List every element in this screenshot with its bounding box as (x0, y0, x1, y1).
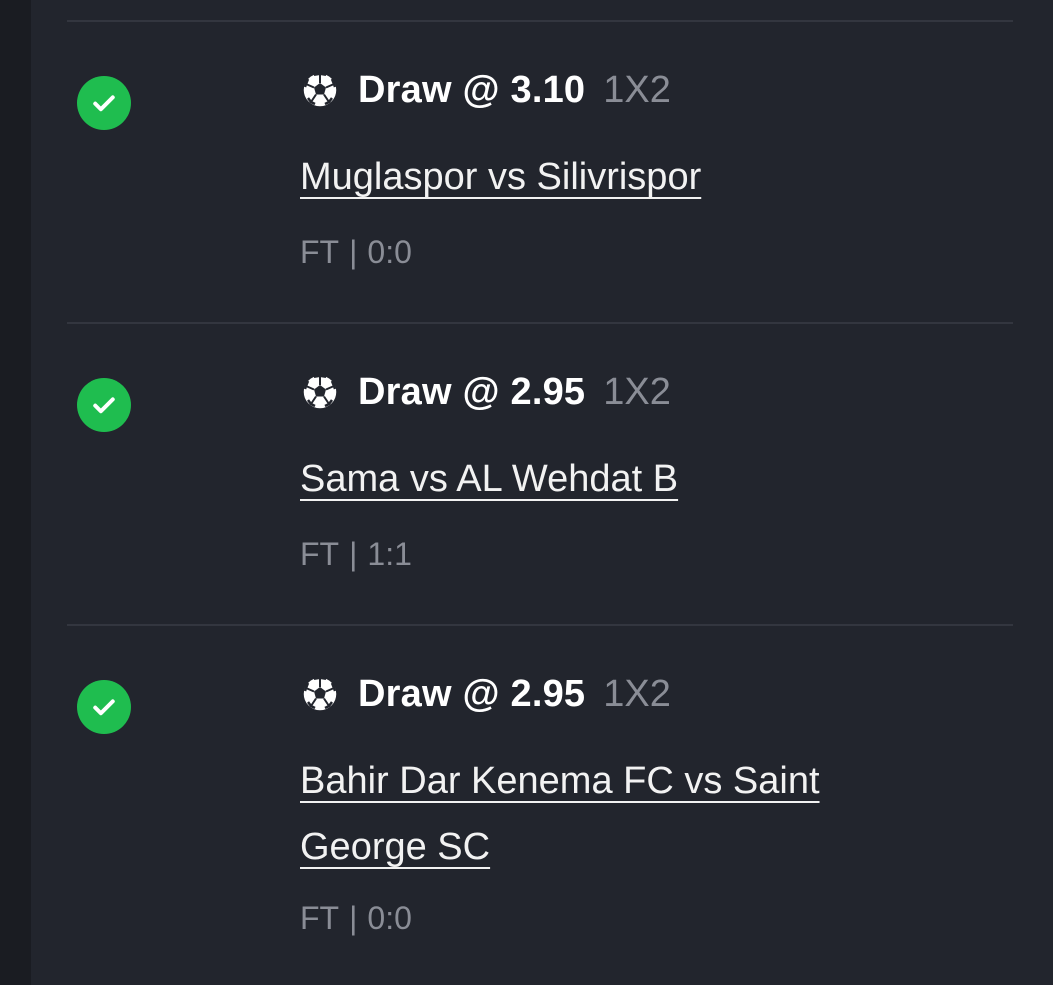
result-line: FT | 0:0 (300, 900, 412, 937)
score-label: 0:0 (367, 900, 412, 936)
pick-label: Draw @ 2.95 (358, 672, 586, 715)
check-circle-icon (77, 680, 131, 734)
result-line: FT | 1:1 (300, 536, 412, 573)
market-label: 1X2 (603, 68, 671, 111)
bet-list-panel: Draw @ 3.10 1X2 Muglaspor vs Silivrispor… (31, 0, 1053, 985)
soccer-ball-icon (300, 70, 340, 110)
soccer-ball-icon (300, 372, 340, 412)
divider (67, 20, 1013, 22)
check-circle-icon (77, 76, 131, 130)
divider (67, 322, 1013, 324)
pick-line: Draw @ 3.10 1X2 (300, 66, 671, 114)
check-circle-icon (77, 378, 131, 432)
divider (67, 624, 1013, 626)
match-link[interactable]: Bahir Dar Kenema FC vs Saint George SC (300, 748, 920, 880)
period-label: FT (300, 900, 340, 936)
market-label: 1X2 (603, 672, 671, 715)
separator: | (349, 536, 358, 572)
match-link[interactable]: Muglaspor vs Silivrispor (300, 144, 920, 210)
market-label: 1X2 (603, 370, 671, 413)
match-link[interactable]: Sama vs AL Wehdat B (300, 446, 920, 512)
separator: | (349, 900, 358, 936)
separator: | (349, 234, 358, 270)
pick-label: Draw @ 3.10 (358, 68, 586, 111)
period-label: FT (300, 234, 340, 270)
pick-label: Draw @ 2.95 (358, 370, 586, 413)
pick-line: Draw @ 2.95 1X2 (300, 670, 671, 718)
pick-line: Draw @ 2.95 1X2 (300, 368, 671, 416)
score-label: 0:0 (367, 234, 412, 270)
period-label: FT (300, 536, 340, 572)
score-label: 1:1 (367, 536, 412, 572)
result-line: FT | 0:0 (300, 234, 412, 271)
soccer-ball-icon (300, 674, 340, 714)
